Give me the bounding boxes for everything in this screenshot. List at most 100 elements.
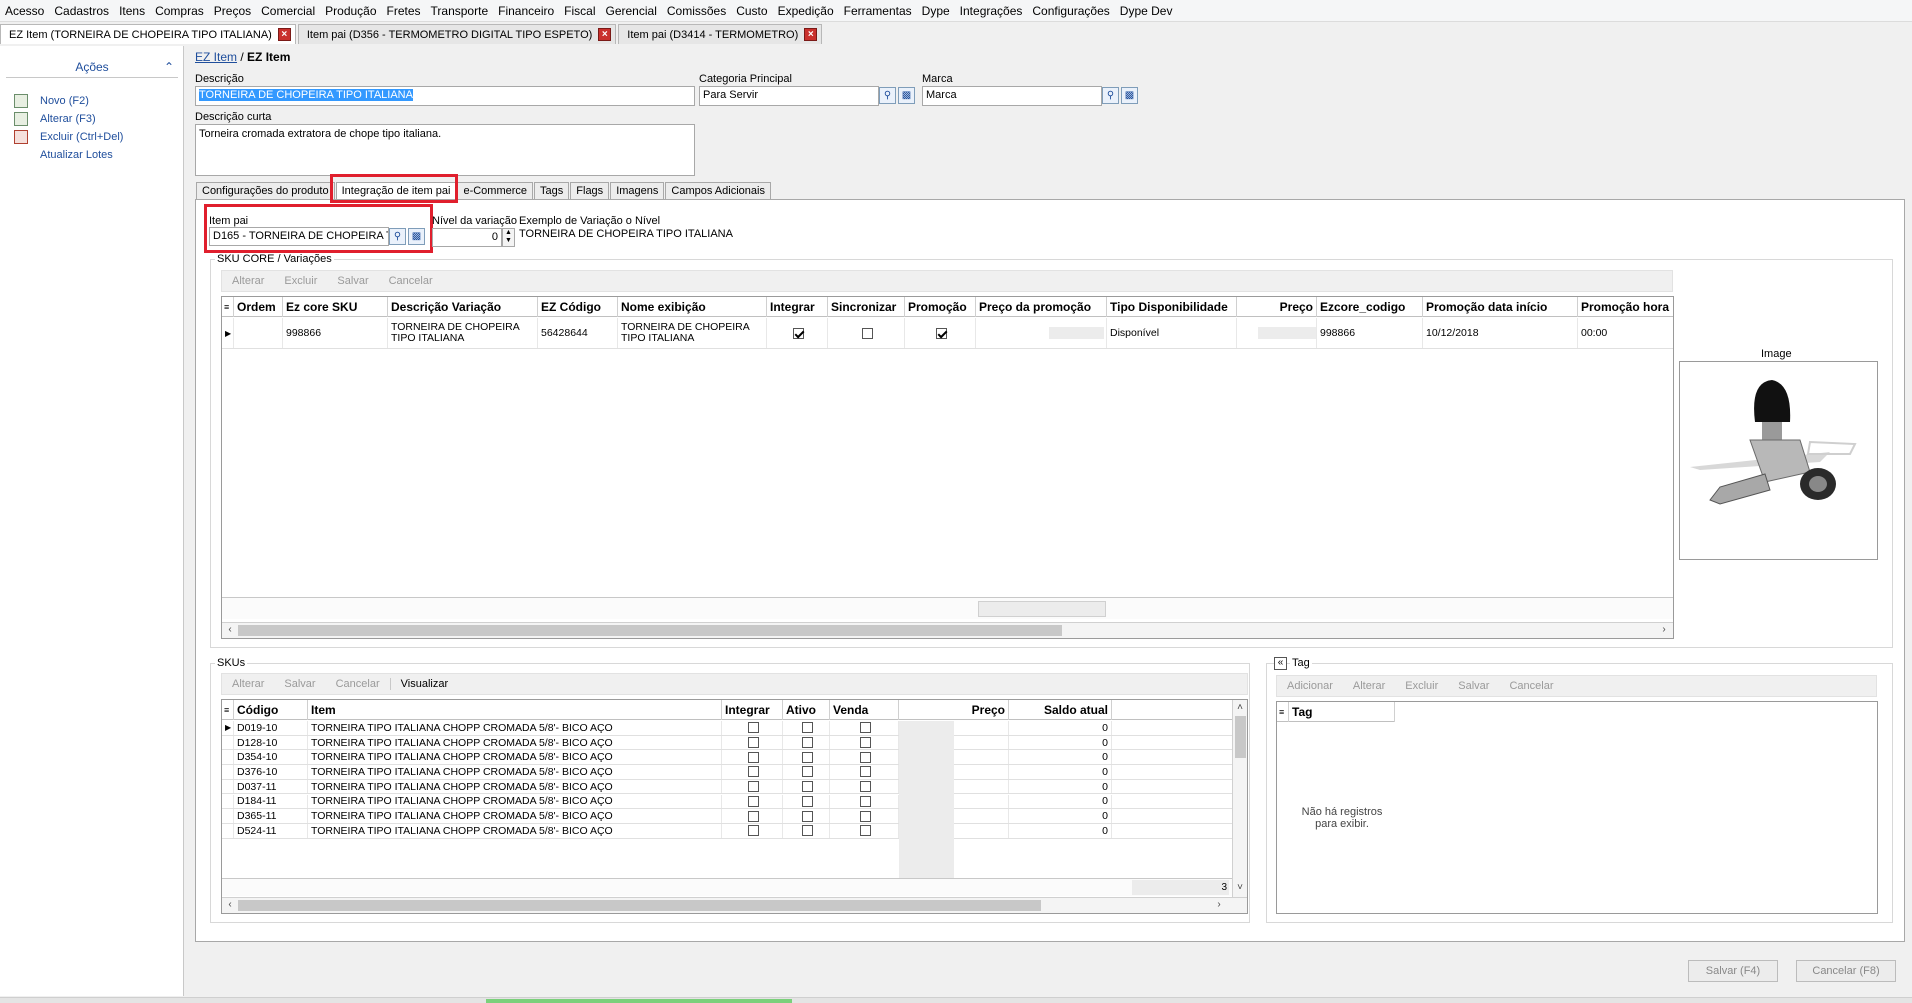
- menu-item-19[interactable]: Dype Dev: [1115, 0, 1178, 22]
- tab-product-settings[interactable]: Configurações do produto: [196, 182, 335, 200]
- menu-item-15[interactable]: Ferramentas: [839, 0, 917, 22]
- checkbox[interactable]: [802, 722, 813, 734]
- checkbox[interactable]: [802, 737, 813, 749]
- sku-core-save-button[interactable]: Salvar: [327, 275, 378, 287]
- col-promocao[interactable]: Promoção: [905, 297, 976, 317]
- checkbox[interactable]: [748, 737, 759, 749]
- new-action[interactable]: Novo (F2): [14, 92, 89, 110]
- col-integrar-sku[interactable]: Integrar: [722, 700, 783, 720]
- sku-core-cancel-button[interactable]: Cancelar: [379, 275, 443, 287]
- menu-item-6[interactable]: Produção: [320, 0, 381, 22]
- col-preco-promocao[interactable]: Preço da promoção: [976, 297, 1107, 317]
- menu-item-7[interactable]: Fretes: [382, 0, 426, 22]
- sku-core-hscroll[interactable]: ‹ ›: [222, 622, 1673, 638]
- save-button[interactable]: Salvar (F4): [1688, 960, 1778, 982]
- menu-item-9[interactable]: Financeiro: [493, 0, 559, 22]
- col-sincronizar[interactable]: Sincronizar: [828, 297, 905, 317]
- tag-add-button[interactable]: Adicionar: [1277, 680, 1343, 692]
- scroll-up-icon[interactable]: ˄: [1233, 701, 1247, 715]
- checkbox[interactable]: [748, 825, 759, 837]
- tag-edit-button[interactable]: Alterar: [1343, 680, 1395, 692]
- integrar-checkbox[interactable]: [793, 327, 804, 339]
- brand-search-icon[interactable]: ⚲: [1102, 87, 1119, 104]
- parent-item-field[interactable]: D165 - TORNEIRA DE CHOPEIRA TIP: [209, 227, 389, 246]
- category-search-icon[interactable]: ⚲: [879, 87, 896, 104]
- col-saldo-atual[interactable]: Saldo atual: [1009, 700, 1112, 720]
- col-tipo-disponibilidade[interactable]: Tipo Disponibilidade: [1107, 297, 1237, 317]
- cancel-button[interactable]: Cancelar (F8): [1796, 960, 1896, 982]
- parent-item-lookup-icon[interactable]: ▩: [408, 228, 425, 245]
- brand-field[interactable]: Marca: [922, 86, 1102, 106]
- menu-item-5[interactable]: Comercial: [256, 0, 320, 22]
- col-item[interactable]: Item: [308, 700, 722, 720]
- skus-cancel-button[interactable]: Cancelar: [326, 678, 390, 690]
- skus-save-button[interactable]: Salvar: [274, 678, 325, 690]
- table-row[interactable]: ▶ 998866 TORNEIRA DE CHOPEIRA TIPO ITALI…: [222, 318, 1673, 349]
- variation-level-spinner[interactable]: ▲ ▼: [502, 228, 515, 247]
- document-tab-0[interactable]: EZ Item (TORNEIRA DE CHOPEIRA TIPO ITALI…: [0, 24, 296, 44]
- category-lookup-icon[interactable]: ▩: [898, 87, 915, 104]
- checkbox[interactable]: [748, 722, 759, 734]
- menu-item-16[interactable]: Dype: [917, 0, 955, 22]
- tab-images[interactable]: Imagens: [610, 182, 665, 200]
- actions-header[interactable]: Ações ⌃: [6, 60, 178, 78]
- checkbox[interactable]: [802, 795, 813, 807]
- promocao-checkbox[interactable]: [936, 327, 947, 339]
- menu-item-13[interactable]: Custo: [731, 0, 772, 22]
- menu-item-3[interactable]: Compras: [150, 0, 209, 22]
- col-ordem[interactable]: Ordem: [234, 297, 283, 317]
- col-ativo[interactable]: Ativo: [783, 700, 830, 720]
- tag-cancel-button[interactable]: Cancelar: [1499, 680, 1563, 692]
- menu-item-14[interactable]: Expedição: [773, 0, 839, 22]
- short-description-field[interactable]: Torneira cromada extratora de chope tipo…: [195, 124, 695, 176]
- checkbox[interactable]: [860, 795, 871, 807]
- checkbox[interactable]: [860, 825, 871, 837]
- variation-level-field[interactable]: 0: [432, 228, 502, 247]
- menu-item-10[interactable]: Fiscal: [559, 0, 600, 22]
- col-promocao-data-inicio[interactable]: Promoção data início: [1423, 297, 1578, 317]
- table-row[interactable]: D184-11 TORNEIRA TIPO ITALIANA CHOPP CROM…: [222, 794, 1232, 810]
- checkbox[interactable]: [748, 781, 759, 793]
- skus-scroll-right-icon[interactable]: ›: [1212, 898, 1226, 912]
- checkbox[interactable]: [802, 825, 813, 837]
- checkbox[interactable]: [748, 795, 759, 807]
- skus-vscroll-thumb[interactable]: [1235, 716, 1246, 758]
- delete-action[interactable]: Excluir (Ctrl+Del): [14, 128, 123, 146]
- checkbox[interactable]: [860, 722, 871, 734]
- close-icon[interactable]: ×: [804, 28, 818, 41]
- menu-item-0[interactable]: Acesso: [0, 0, 49, 22]
- tab-tags[interactable]: Tags: [534, 182, 570, 200]
- skus-grid-menu-icon[interactable]: ≡: [222, 700, 234, 720]
- chevron-up-icon[interactable]: ⌃: [164, 60, 174, 74]
- scroll-down-icon[interactable]: ˅: [1233, 881, 1247, 895]
- menu-item-18[interactable]: Configurações: [1027, 0, 1114, 22]
- col-tag[interactable]: Tag: [1289, 702, 1395, 722]
- table-row[interactable]: D365-11 TORNEIRA TIPO ITALIANA CHOPP CROM…: [222, 809, 1232, 824]
- table-row[interactable]: ▶ D019-10 TORNEIRA TIPO ITALIANA CHOPP CRO…: [222, 721, 1232, 736]
- menu-item-11[interactable]: Gerencial: [601, 0, 662, 22]
- scroll-right-icon[interactable]: ›: [1657, 623, 1671, 637]
- checkbox[interactable]: [802, 810, 813, 822]
- skus-hscroll[interactable]: ‹ ›: [222, 897, 1247, 913]
- tab-parent-integration[interactable]: Integração de item pai: [335, 182, 457, 200]
- update-lots-action[interactable]: Atualizar Lotes: [40, 146, 113, 164]
- skus-vscroll[interactable]: ˄ ˅: [1232, 700, 1247, 897]
- parent-item-search-icon[interactable]: ⚲: [389, 228, 406, 245]
- table-row[interactable]: D354-10 TORNEIRA TIPO ITALIANA CHOPP CROM…: [222, 750, 1232, 766]
- col-integrar[interactable]: Integrar: [767, 297, 828, 317]
- sincronizar-checkbox[interactable]: [862, 327, 873, 339]
- col-preco-sku[interactable]: Preço: [899, 700, 1009, 720]
- checkbox[interactable]: [748, 766, 759, 778]
- sku-core-delete-button[interactable]: Excluir: [274, 275, 327, 287]
- skus-view-button[interactable]: Visualizar: [389, 678, 459, 690]
- col-ez-codigo[interactable]: EZ Código: [538, 297, 618, 317]
- menu-item-8[interactable]: Transporte: [426, 0, 494, 22]
- checkbox[interactable]: [802, 781, 813, 793]
- category-field[interactable]: Para Servir: [699, 86, 879, 106]
- sku-core-edit-button[interactable]: Alterar: [222, 275, 274, 287]
- description-field[interactable]: TORNEIRA DE CHOPEIRA TIPO ITALIANA: [195, 86, 695, 106]
- grid-menu-icon[interactable]: ≡: [222, 297, 234, 317]
- tab-additional-fields[interactable]: Campos Adicionais: [665, 182, 771, 200]
- edit-action[interactable]: Alterar (F3): [14, 110, 96, 128]
- skus-edit-button[interactable]: Alterar: [222, 678, 274, 690]
